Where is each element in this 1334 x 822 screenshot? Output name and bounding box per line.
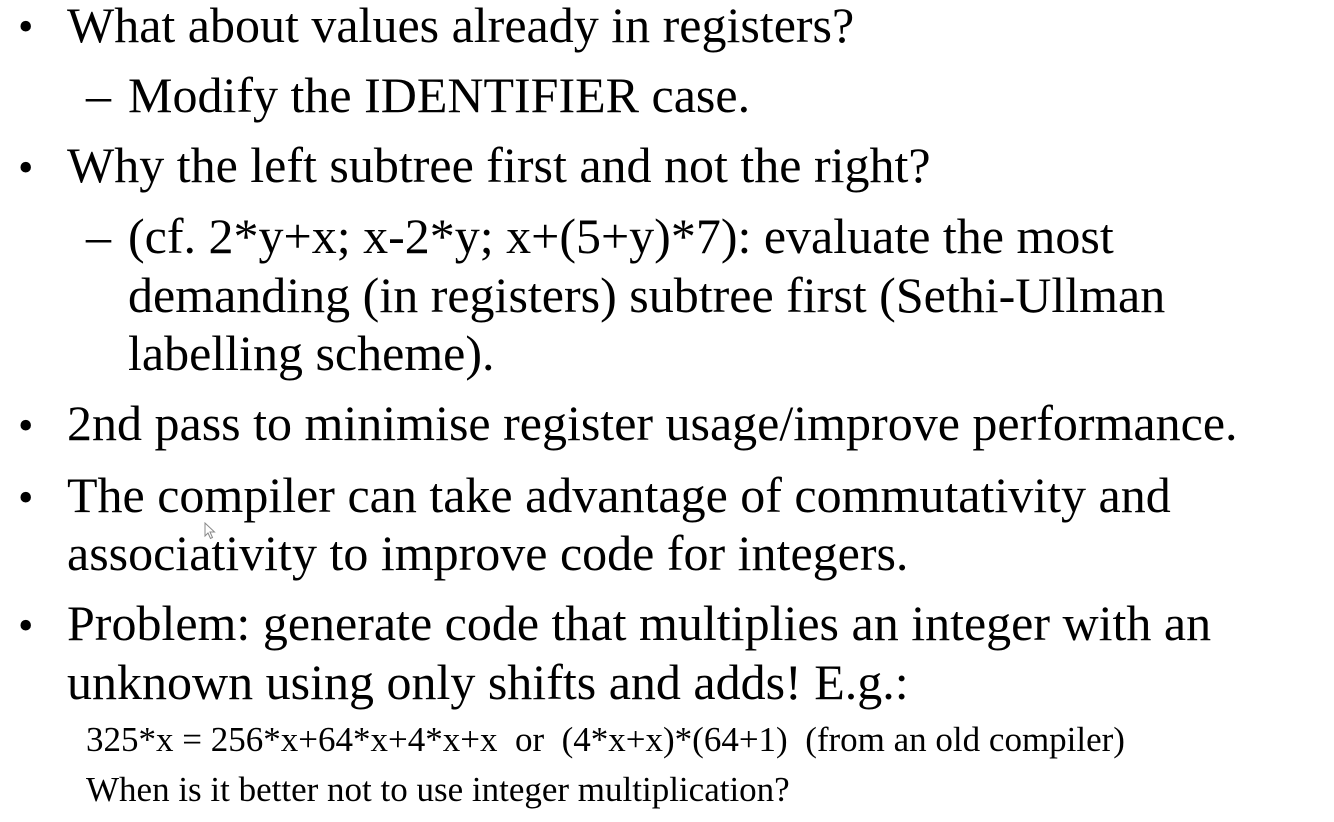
bullet-text: 2nd pass to minimise register usage/impr… <box>67 395 1238 451</box>
sub-bullet-text: labelling scheme). <box>128 325 495 381</box>
mouse-cursor-icon <box>204 522 216 540</box>
sub-bullet-text: Modify the IDENTIFIER case. <box>128 67 751 123</box>
bullet-text: associativity to improve code for intege… <box>67 525 909 581</box>
example-text: 325*x = 256*x+64*x+4*x+x or (4*x+x)*(64+… <box>86 720 1125 759</box>
bullet-text: What about values already in registers? <box>67 0 855 53</box>
bullet-marker: • <box>18 473 34 522</box>
bullet-marker: • <box>18 2 34 51</box>
sub-bullet-text: demanding (in registers) subtree first (… <box>128 267 1166 323</box>
bullet-marker: • <box>18 601 34 650</box>
bullet-text: The compiler can take advantage of commu… <box>67 467 1171 523</box>
sub-bullet-dash: – <box>86 67 111 123</box>
bullet-text: Why the left subtree first and not the r… <box>67 137 931 193</box>
bullet-text: Problem: generate code that multiplies a… <box>67 595 1212 651</box>
bullet-marker: • <box>18 401 34 450</box>
slide: • What about values already in registers… <box>0 0 1334 822</box>
question-text: When is it better not to use integer mul… <box>86 770 790 809</box>
bullet-text: unknown using only shifts and adds! E.g.… <box>67 654 909 710</box>
sub-bullet-dash: – <box>86 208 111 264</box>
bullet-marker: • <box>18 143 34 192</box>
sub-bullet-text: (cf. 2*y+x; x-2*y; x+(5+y)*7): evaluate … <box>128 208 1114 264</box>
